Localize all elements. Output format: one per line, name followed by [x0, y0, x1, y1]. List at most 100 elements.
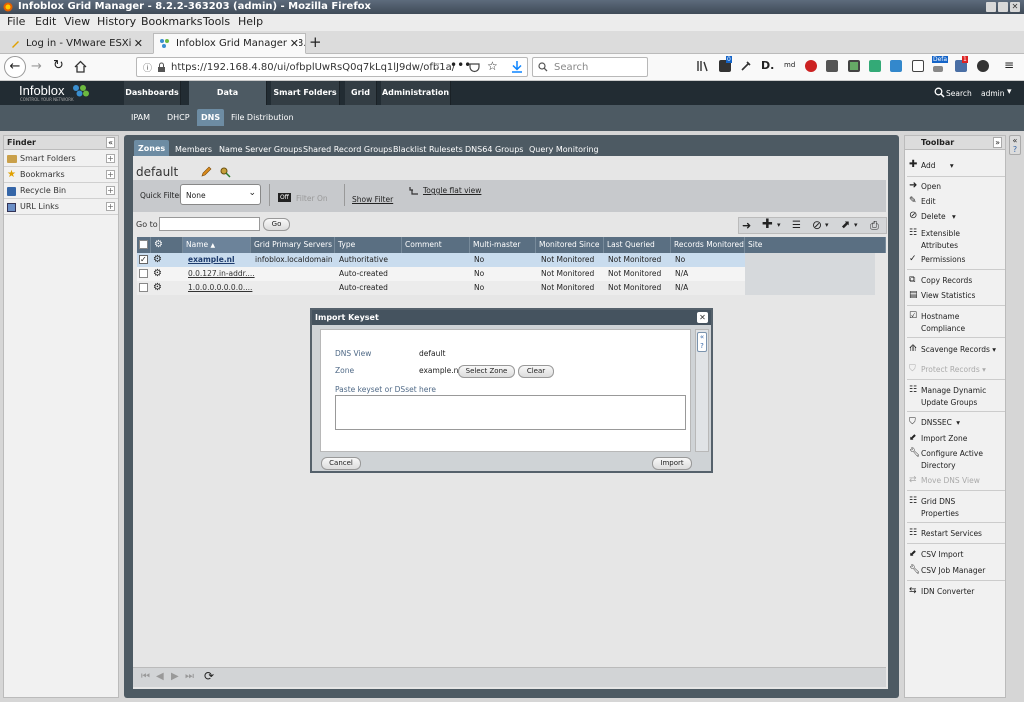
browser-tab-esxi[interactable]: Log in - VMware ESXi ✕ [3, 33, 150, 54]
nav-dashboards[interactable]: Dashboards [124, 81, 181, 105]
extension-person-icon[interactable] [977, 60, 989, 72]
subnav-file-distribution[interactable]: File Distribution [231, 113, 294, 122]
column-header-name[interactable]: Name ▲ [183, 237, 251, 253]
toolbar-idn-converter[interactable]: ⇆ IDN Converter [907, 586, 1005, 598]
keyset-textarea[interactable] [335, 395, 686, 430]
tab-dns64-groups[interactable]: DNS64 Groups [465, 145, 523, 154]
gear-icon[interactable]: ⚙ [154, 239, 163, 250]
subnav-dhcp[interactable]: DHCP [167, 113, 190, 122]
last-page-icon[interactable]: ⏭ [185, 671, 194, 682]
forward-button[interactable]: → [31, 59, 42, 74]
search-bar[interactable]: Search [532, 57, 648, 77]
user-menu[interactable]: admin [981, 89, 1005, 98]
eyedropper-icon[interactable] [740, 60, 752, 72]
close-dialog-icon[interactable]: ✕ [697, 312, 708, 323]
column-header-site[interactable]: Site [745, 237, 886, 253]
gear-icon[interactable]: ⚙ [153, 253, 162, 267]
nav-grid[interactable]: Grid [345, 81, 377, 105]
menu-edit[interactable]: Edit [35, 15, 56, 28]
first-page-icon[interactable]: ⏮ [141, 671, 150, 682]
menu-history[interactable]: History [97, 15, 136, 28]
row-checkbox-checked[interactable]: ✓ [139, 255, 148, 264]
extension-dark-icon[interactable] [826, 60, 838, 72]
pocket-icon[interactable] [469, 62, 480, 73]
extension-window-icon[interactable] [912, 60, 924, 72]
dialog-help-tab[interactable]: «? [697, 332, 707, 352]
subnav-ipam[interactable]: IPAM [131, 113, 150, 122]
maximize-button[interactable] [998, 2, 1008, 12]
extension-defa-icon[interactable]: Defa [932, 56, 949, 63]
gear-icon[interactable]: ⚙ [153, 267, 162, 281]
toolbar-hostname-compliance[interactable]: ☑ Hostname Compliance [907, 311, 977, 335]
finder-item-bookmarks[interactable]: ★ Bookmarks + [4, 167, 118, 183]
expand-plus-icon[interactable]: + [106, 186, 115, 195]
home-icon[interactable] [74, 60, 87, 73]
chevron-down-icon[interactable]: ▾ [777, 221, 781, 229]
menu-help[interactable]: Help [238, 15, 263, 28]
expand-plus-icon[interactable]: + [106, 202, 115, 211]
library-icon[interactable] [697, 60, 709, 72]
flat-view-icon[interactable] [409, 186, 419, 196]
back-button[interactable]: ← [4, 56, 26, 78]
select-zone-button[interactable]: Select Zone [458, 365, 515, 378]
collapse-finder-icon[interactable]: « [106, 137, 115, 148]
extension-grid-icon[interactable] [848, 60, 860, 72]
toolbar-csv-job-manager[interactable]: 🔧︎ CSV Job Manager [907, 565, 1005, 577]
hamburger-menu-icon[interactable]: ≡ [1004, 58, 1014, 72]
toolbar-grid-dns-properties[interactable]: ☷ Grid DNS Properties [907, 496, 975, 520]
header-search-label[interactable]: Search [946, 89, 972, 98]
download-icon[interactable] [511, 60, 523, 73]
view-settings-icon[interactable] [219, 166, 231, 178]
toolbar-manage-dynamic-update-groups[interactable]: ☷ Manage Dynamic Update Groups [907, 385, 995, 409]
refresh-icon[interactable]: ⟳ [204, 669, 214, 683]
toolbar-scavenge-records[interactable]: ⟰ Scavenge Records ▾ [907, 344, 1005, 356]
search-icon[interactable] [934, 87, 945, 98]
finder-item-smart-folders[interactable]: Smart Folders + [4, 151, 118, 167]
tab-zones[interactable]: Zones [134, 140, 170, 157]
collapse-toolbar-icon[interactable]: » [993, 137, 1002, 148]
extension-green-icon[interactable] [869, 60, 881, 72]
toolbar-extensible-attributes[interactable]: ☷ Extensible Attributes [907, 228, 987, 252]
goto-input[interactable] [159, 217, 260, 231]
nav-administration[interactable]: Administration [381, 81, 451, 105]
expand-plus-icon[interactable]: + [106, 170, 115, 179]
row-checkbox[interactable] [139, 283, 148, 292]
clear-button[interactable]: Clear [518, 365, 554, 378]
column-header-records-monitored[interactable]: Records Monitored [671, 237, 745, 253]
toolbar-open[interactable]: ➜ Open [907, 181, 1005, 193]
column-header-last-queried[interactable]: Last Queried [604, 237, 671, 253]
menu-bookmarks[interactable]: Bookmarks [141, 15, 202, 28]
extension-s-icon[interactable] [890, 60, 902, 72]
extension-d-icon[interactable]: D. [761, 59, 774, 72]
toolbar-dnssec[interactable]: ⛉ DNSSEC ▾ [907, 417, 1005, 429]
extension-shield-icon[interactable] [805, 60, 817, 72]
prev-page-icon[interactable]: ◀ [156, 671, 164, 682]
disable-icon[interactable]: ⊘ [812, 218, 822, 232]
arrow-right-icon[interactable]: ➜ [742, 219, 751, 232]
toolbar-permissions[interactable]: ✓ Permissions [907, 254, 1005, 266]
tab-name-server-groups[interactable]: Name Server Groups [219, 145, 302, 154]
add-icon[interactable]: ✚ [762, 217, 773, 232]
chevron-down-icon[interactable]: ▾ [992, 345, 996, 354]
nav-data-management[interactable]: Data Management [189, 81, 267, 121]
filter-toggle-off[interactable]: Off [278, 193, 291, 202]
toolbar-csv-import[interactable]: ⬋ CSV Import [907, 549, 1005, 561]
row-checkbox[interactable] [139, 269, 148, 278]
column-header-type[interactable]: Type [335, 237, 402, 253]
toolbar-delete[interactable]: ⊘ Delete ▾ [907, 211, 1005, 223]
finder-item-url-links[interactable]: URL Links + [4, 199, 118, 215]
quick-filter-select[interactable]: None ⌄ [180, 184, 261, 205]
menu-file[interactable]: File [7, 15, 25, 28]
url-bar[interactable]: ⓘ https://192.168.4.80/ui/ofbplUwRsQ0q7k… [136, 57, 528, 77]
toolbar-view-statistics[interactable]: ▤ View Statistics [907, 290, 1005, 302]
chevron-down-icon[interactable]: ▾ [956, 418, 960, 427]
import-button[interactable]: Import [652, 457, 692, 470]
edit-pencil-icon[interactable] [201, 166, 212, 177]
chevron-down-icon[interactable]: ▾ [950, 161, 954, 170]
toolbar-add[interactable]: ✚ Add ▾ [907, 160, 1005, 172]
column-header-monitored-since[interactable]: Monitored Since [536, 237, 604, 253]
chevron-down-icon[interactable]: ▾ [854, 221, 858, 229]
tab-blacklist-rulesets[interactable]: Blacklist Rulesets [393, 145, 463, 154]
chevron-down-icon[interactable]: ▾ [1007, 87, 1012, 97]
toolbar-edit[interactable]: ✎ Edit [907, 196, 1005, 208]
